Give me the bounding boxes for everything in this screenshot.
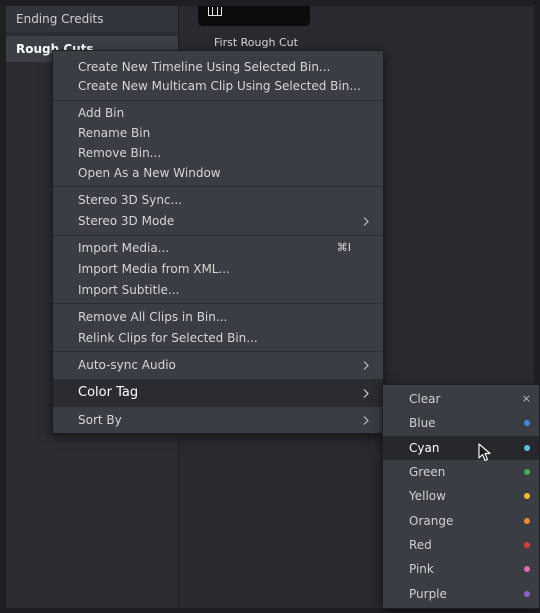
menu-item-label: Stereo 3D Sync... [78, 193, 182, 207]
menu-item-label: Color Tag [78, 385, 139, 400]
menu-separator [53, 186, 383, 187]
color-tag-blue[interactable]: Blue [383, 411, 539, 435]
menu-item-label: Open As a New Window [78, 166, 221, 180]
menu-item-relink-clips[interactable]: Relink Clips for Selected Bin... [53, 327, 383, 349]
menu-item-label: Import Media from XML... [78, 262, 230, 276]
menu-item-label: Import Subtitle... [78, 283, 180, 297]
bin-context-menu: Create New Timeline Using Selected Bin..… [52, 50, 384, 434]
chevron-right-icon [361, 210, 373, 232]
pink-dot-icon [524, 566, 530, 572]
menu-item-import-media-from-xml[interactable]: Import Media from XML... [53, 258, 383, 280]
menu-item-label: Orange [409, 514, 454, 528]
menu-item-label: Red [409, 538, 432, 552]
shortcut-label: ⌘I [336, 241, 351, 254]
menu-item-label: Relink Clips for Selected Bin... [78, 331, 258, 345]
timeline-icon [208, 7, 222, 16]
orange-dot-icon [524, 518, 530, 524]
yellow-dot-icon [524, 493, 530, 499]
cyan-dot-icon [524, 445, 530, 451]
green-dot-icon [524, 469, 530, 475]
color-tag-cyan[interactable]: Cyan [383, 436, 539, 460]
blue-dot-icon [524, 420, 530, 426]
menu-item-stereo-3d-sync[interactable]: Stereo 3D Sync... [53, 189, 383, 211]
menu-item-label: Create New Timeline Using Selected Bin..… [78, 60, 331, 74]
color-tag-green[interactable]: Green [383, 460, 539, 484]
menu-item-label: Blue [409, 416, 436, 430]
menu-separator [53, 351, 383, 352]
menu-item-color-tag[interactable]: Color Tag [53, 380, 383, 406]
menu-item-open-as-new-window[interactable]: Open As a New Window [53, 162, 383, 184]
color-tag-purple[interactable]: Purple [383, 582, 539, 606]
menu-item-label: Stereo 3D Mode [78, 214, 175, 228]
menu-separator [53, 235, 383, 236]
menu-item-label: Pink [409, 562, 434, 576]
menu-item-label: Remove All Clips in Bin... [78, 310, 228, 324]
menu-separator [53, 303, 383, 304]
bin-item-ending-credits[interactable]: Ending Credits [6, 6, 178, 32]
purple-dot-icon [524, 591, 530, 597]
chevron-right-icon [361, 380, 373, 406]
menu-item-label: Rename Bin [78, 126, 151, 140]
menu-item-remove-bin[interactable]: Remove Bin... [53, 142, 383, 164]
menu-item-add-bin[interactable]: Add Bin [53, 102, 383, 124]
menu-item-label: Remove Bin... [78, 146, 162, 160]
menu-item-import-media[interactable]: Import Media... ⌘I [53, 237, 383, 259]
menu-item-auto-sync-audio[interactable]: Auto-sync Audio [53, 354, 383, 376]
menu-item-label: Auto-sync Audio [78, 358, 176, 372]
color-tag-red[interactable]: Red [383, 533, 539, 557]
clip-label: First Rough Cut [214, 36, 298, 49]
menu-item-sort-by[interactable]: Sort By [53, 409, 383, 431]
menu-item-label: Yellow [409, 489, 446, 503]
menu-separator [53, 100, 383, 101]
menu-item-create-new-multicam-clip[interactable]: Create New Multicam Clip Using Selected … [53, 75, 383, 97]
clear-icon: × [521, 392, 531, 405]
timeline-thumbnail[interactable] [198, 6, 310, 26]
red-dot-icon [524, 542, 530, 548]
menu-item-stereo-3d-mode[interactable]: Stereo 3D Mode [53, 210, 383, 232]
menu-item-label: Clear [409, 392, 441, 406]
color-tag-orange[interactable]: Orange [383, 509, 539, 533]
menu-item-import-subtitle[interactable]: Import Subtitle... [53, 279, 383, 301]
menu-item-remove-all-clips[interactable]: Remove All Clips in Bin... [53, 306, 383, 328]
mouse-pointer-icon [478, 443, 491, 462]
menu-item-rename-bin[interactable]: Rename Bin [53, 122, 383, 144]
menu-item-label: Green [409, 465, 446, 479]
color-tag-yellow[interactable]: Yellow [383, 484, 539, 508]
menu-item-label: Sort By [78, 413, 122, 427]
color-tag-pink[interactable]: Pink [383, 557, 539, 581]
chevron-right-icon [361, 354, 373, 376]
menu-item-label: Purple [409, 587, 447, 601]
menu-item-label: Add Bin [78, 106, 125, 120]
menu-item-label: Import Media... [78, 241, 170, 255]
menu-separator [53, 406, 383, 407]
color-tag-submenu: Clear × Blue Cyan Green Yellow Orange Red… [382, 384, 540, 609]
menu-item-label: Create New Multicam Clip Using Selected … [78, 79, 361, 93]
color-tag-clear[interactable]: Clear × [383, 387, 539, 411]
chevron-right-icon [361, 409, 373, 431]
menu-item-label: Cyan [409, 441, 440, 455]
